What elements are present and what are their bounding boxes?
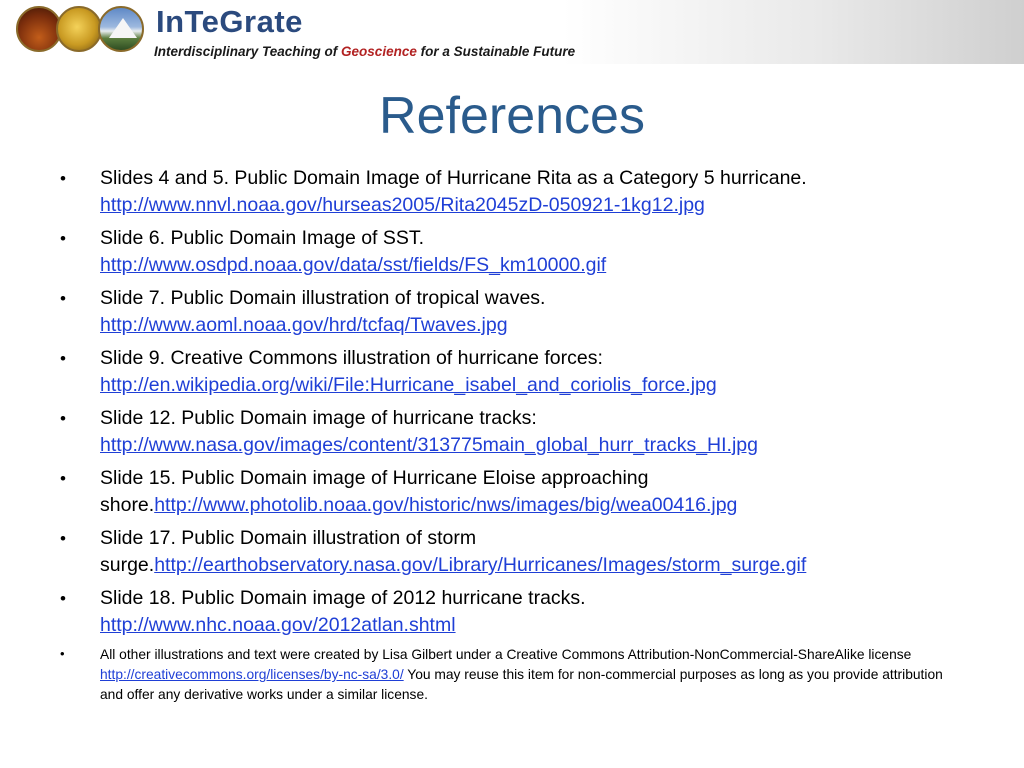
reference-link[interactable]: http://en.wikipedia.org/wiki/File:Hurric… [100,374,717,396]
reference-text: Slide 12. Public Domain image of hurrica… [100,407,537,429]
reference-item: • Slide 7. Public Domain illustration of… [58,285,958,339]
license-note: • All other illustrations and text were … [58,645,958,705]
mountain-photo-icon [98,6,144,52]
reference-item: • Slide 9. Creative Commons illustration… [58,345,958,399]
brand-name: InTeGrate [156,4,303,39]
reference-list: • Slides 4 and 5. Public Domain Image of… [58,165,958,705]
reference-text: Slides 4 and 5. Public Domain Image of H… [100,167,807,189]
reference-text: Slide 18. Public Domain image of 2012 hu… [100,587,586,609]
license-text: All other illustrations and text were cr… [100,647,912,662]
bullet: • [60,469,66,488]
bullet: • [60,589,66,608]
reference-link[interactable]: http://www.osdpd.noaa.gov/data/sst/field… [100,254,606,276]
reference-link[interactable]: http://www.nasa.gov/images/content/31377… [100,434,758,456]
reference-item: • Slide 12. Public Domain image of hurri… [58,405,958,459]
reference-text: Slide 6. Public Domain Image of SST. [100,227,425,249]
bullet: • [60,409,66,428]
bullet: • [60,646,65,661]
reference-link[interactable]: http://www.nnvl.noaa.gov/hurseas2005/Rit… [100,194,705,216]
header-banner: InTeGrate Interdisciplinary Teaching of … [0,0,1024,64]
license-link[interactable]: http://creativecommons.org/licenses/by-n… [100,667,404,682]
tagline-accent: Geoscience [341,44,417,59]
reference-link[interactable]: http://www.aoml.noaa.gov/hrd/tcfaq/Twave… [100,314,508,336]
reference-item: • Slides 4 and 5. Public Domain Image of… [58,165,958,219]
tagline-part2: for a Sustainable Future [416,44,576,59]
brand-tagline: Interdisciplinary Teaching of Geoscience… [154,44,575,59]
reference-link[interactable]: http://www.photolib.noaa.gov/historic/nw… [154,494,737,516]
bullet: • [60,169,66,188]
tagline-part1: Interdisciplinary Teaching of [154,44,342,59]
reference-link[interactable]: http://www.nhc.noaa.gov/2012atlan.shtml [100,614,456,636]
reference-item: • Slide 18. Public Domain image of 2012 … [58,585,958,639]
bullet: • [60,229,66,248]
bullet: • [60,529,66,548]
reference-item: • Slide 6. Public Domain Image of SST. h… [58,225,958,279]
bullet: • [60,349,66,368]
reference-link[interactable]: http://earthobservatory.nasa.gov/Library… [154,554,806,576]
logo-group [12,2,152,58]
gold-nugget-photo-icon [56,6,102,52]
reference-item: • Slide 15. Public Domain image of Hurri… [58,465,958,519]
bullet: • [60,289,66,308]
reference-item: • Slide 17. Public Domain illustration o… [58,525,958,579]
reference-text: Slide 9. Creative Commons illustration o… [100,347,603,369]
reference-text: Slide 7. Public Domain illustration of t… [100,287,546,309]
page-title: References [379,87,645,145]
